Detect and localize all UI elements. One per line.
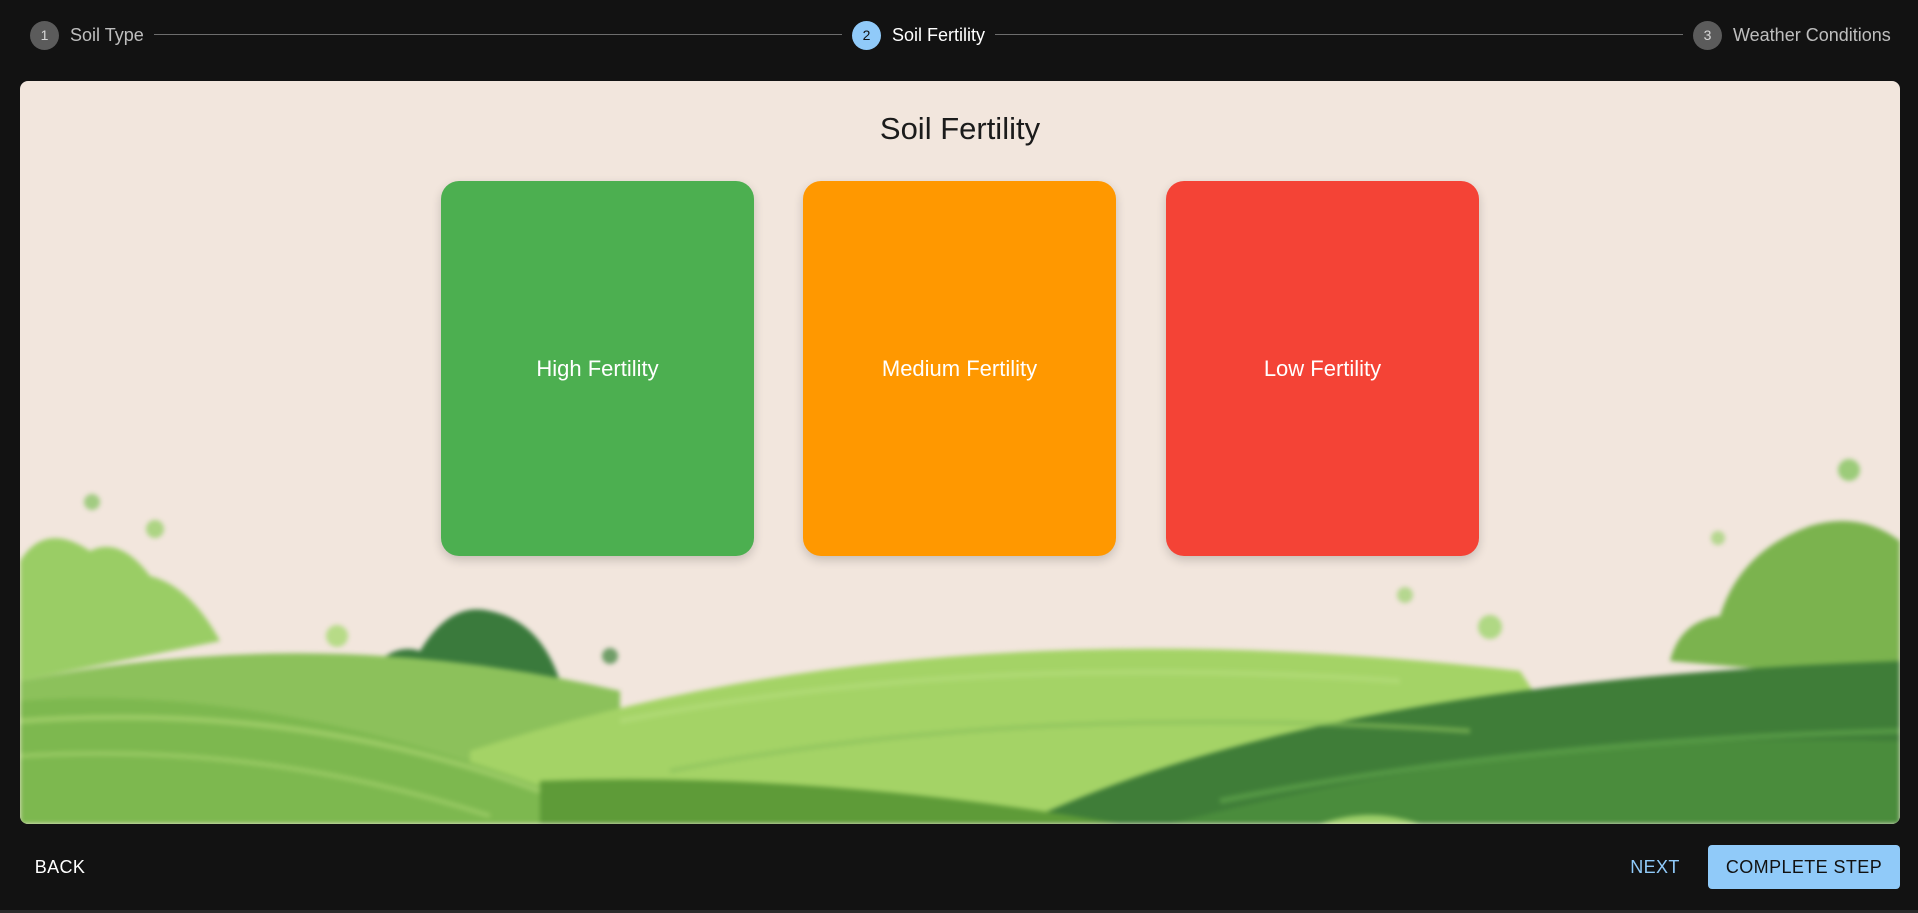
step-number-badge: 1	[30, 20, 59, 50]
complete-step-button[interactable]: COMPLETE STEP	[1708, 845, 1900, 889]
high-fertility-card[interactable]: High Fertility	[441, 181, 754, 556]
back-button[interactable]: BACK	[25, 845, 95, 889]
step-number-badge: 2	[852, 20, 881, 50]
step-weather-conditions[interactable]: 3 Weather Conditions	[1693, 20, 1891, 50]
card-label: High Fertility	[536, 355, 659, 381]
step-soil-type[interactable]: 1 Soil Type	[30, 20, 144, 50]
card-label: Low Fertility	[1263, 355, 1382, 381]
step-connector	[154, 34, 842, 35]
step-soil-fertility[interactable]: 2 Soil Fertility	[852, 20, 985, 50]
step-number-badge: 3	[1693, 20, 1722, 50]
panel-title: Soil Fertility	[879, 111, 1041, 146]
step-connector	[995, 34, 1683, 35]
low-fertility-card[interactable]: Low Fertility	[1166, 181, 1479, 556]
medium-fertility-card[interactable]: Medium Fertility	[803, 181, 1116, 556]
step-label: Soil Fertility	[892, 24, 986, 45]
next-button[interactable]: NEXT	[1620, 845, 1690, 889]
stepper: 1 Soil Type 2 Soil Fertility 3 Weather C…	[0, 0, 1918, 70]
step-label: Soil Type	[70, 24, 144, 45]
fertility-panel: Soil Fertility High Fertility Medium Fer…	[20, 81, 1900, 824]
card-label: Medium Fertility	[881, 355, 1038, 381]
step-label: Weather Conditions	[1733, 24, 1891, 45]
